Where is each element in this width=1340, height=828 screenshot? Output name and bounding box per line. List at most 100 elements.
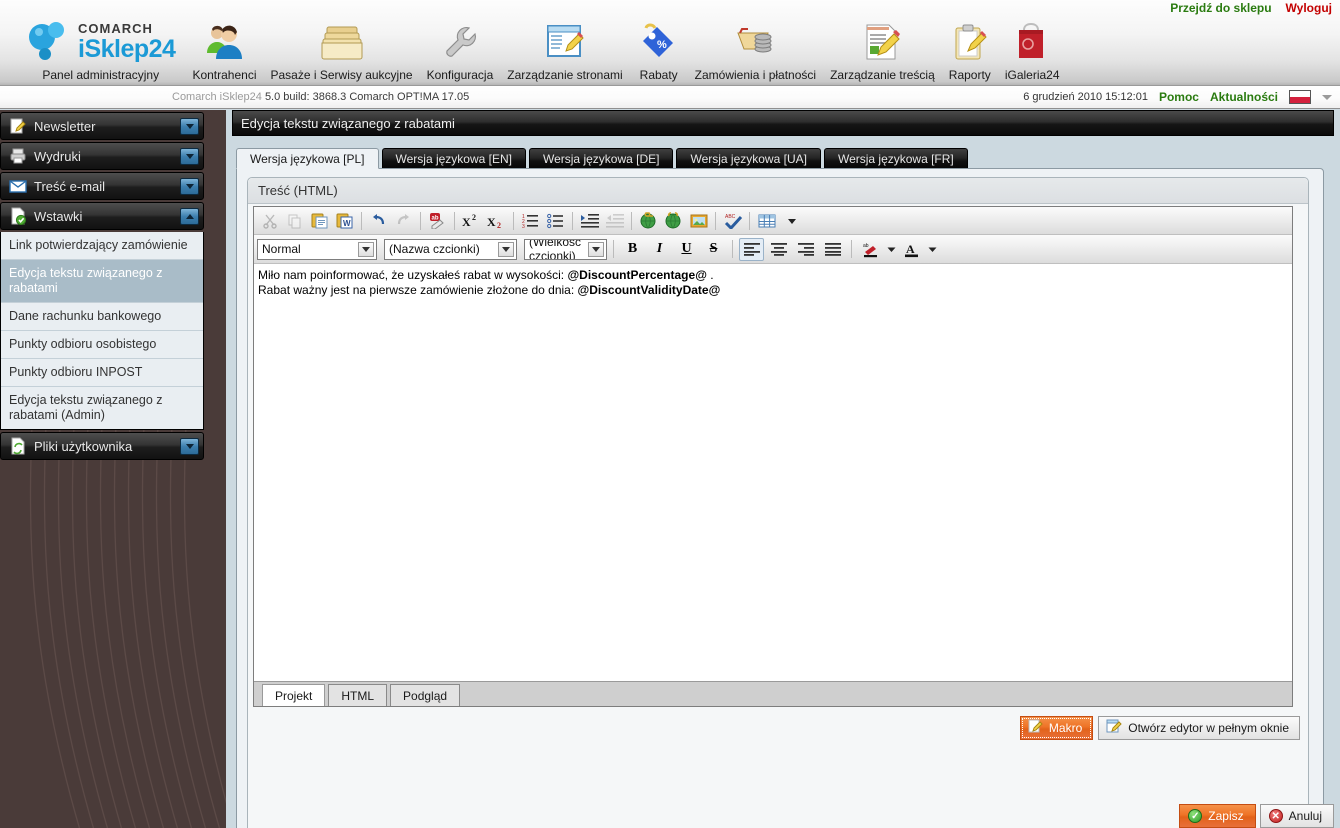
nav-item-zarzadzanie-stronami[interactable]: Zarządzanie stronami — [500, 4, 629, 86]
footer-buttons: ✓ Zapisz ✕ Anuluj — [1179, 804, 1334, 828]
document-edit-icon — [860, 15, 904, 65]
news-link[interactable]: Aktualności — [1210, 90, 1278, 104]
toolbar-separator — [715, 211, 716, 230]
bold-button[interactable]: B — [620, 238, 645, 261]
tab-projekt[interactable]: Projekt — [262, 684, 326, 706]
users-icon — [202, 15, 246, 65]
chevron-down-icon[interactable] — [180, 147, 199, 165]
nav-item-pasaze[interactable]: Pasaże i Serwisy aukcyjne — [264, 4, 420, 86]
comarch-logo-icon — [26, 17, 72, 68]
spellcheck-icon[interactable]: ab — [425, 209, 450, 232]
left-column: Newsletter Wydruki Treść e-mail Wstawki … — [0, 110, 226, 828]
sidebar-group-pliki-uzytkownika[interactable]: Pliki użytkownika — [0, 432, 204, 460]
toolbar-separator — [513, 211, 514, 230]
chevron-down-icon[interactable] — [498, 241, 514, 257]
subscript-icon[interactable]: X2 — [484, 209, 509, 232]
nav-item-raporty[interactable]: Raporty — [942, 4, 998, 86]
save-button[interactable]: ✓ Zapisz — [1179, 804, 1256, 828]
sidebar-group-newsletter[interactable]: Newsletter — [0, 112, 204, 140]
tab-wersja-ua[interactable]: Wersja językowa [UA] — [676, 148, 821, 169]
spell-approve-icon[interactable]: ABC — [720, 209, 745, 232]
tab-podglad[interactable]: Podgląd — [390, 684, 461, 706]
cut-icon[interactable] — [257, 209, 282, 232]
chevron-down-icon[interactable] — [588, 241, 604, 257]
chevron-down-icon[interactable] — [180, 117, 199, 135]
newsletter-icon — [9, 117, 27, 135]
align-justify-button[interactable] — [820, 238, 845, 261]
sidebar-item-punkty-inpost[interactable]: Punkty odbioru INPOST — [1, 359, 203, 387]
align-center-button[interactable] — [766, 238, 791, 261]
copy-icon[interactable] — [282, 209, 307, 232]
highlight-color-button[interactable]: ab — [858, 238, 883, 261]
makro-button[interactable]: Makro — [1019, 716, 1094, 740]
nav-item-kontrahenci[interactable]: Kontrahenci — [185, 4, 263, 86]
main-panel: Edycja tekstu związanego z rabatami Wers… — [226, 110, 1340, 828]
indent-icon[interactable] — [577, 209, 602, 232]
paste-from-word-icon[interactable]: W — [332, 209, 357, 232]
cancel-button[interactable]: ✕ Anuluj — [1259, 804, 1334, 828]
font-size-select[interactable]: (Wielkość czcionki) — [524, 238, 607, 260]
tab-wersja-de[interactable]: Wersja językowa [DE] — [528, 148, 674, 169]
insert-image-icon[interactable] — [686, 209, 711, 232]
insert-table-icon[interactable] — [754, 209, 779, 232]
app-name-label: Comarch iSklep24 — [172, 91, 262, 103]
font-color-button[interactable]: A — [899, 238, 924, 261]
paste-icon[interactable] — [307, 209, 332, 232]
toolbar-separator — [361, 211, 362, 230]
sidebar-group-wydruki[interactable]: Wydruki — [0, 142, 204, 170]
sidebar-group-label: Wydruki — [34, 148, 81, 164]
info-bar-right: 6 grudzień 2010 15:12:01 Pomoc Aktualnoś… — [1023, 90, 1332, 104]
nav-item-konfiguracja[interactable]: Konfiguracja — [420, 4, 501, 86]
nav-item-zarzadzanie-trescia[interactable]: Zarządzanie treścią — [823, 4, 942, 86]
editor-content-area[interactable]: Miło nam poinformować, że uzyskałeś raba… — [254, 264, 1292, 681]
font-color-caret-icon[interactable] — [926, 238, 938, 261]
highlight-color-caret-icon[interactable] — [885, 238, 897, 261]
align-right-button[interactable] — [793, 238, 818, 261]
open-fullscreen-editor-button[interactable]: Otwórz edytor w pełnym oknie — [1098, 716, 1300, 740]
outdent-icon[interactable] — [602, 209, 627, 232]
underline-button[interactable]: U — [674, 238, 699, 261]
insert-link-icon[interactable] — [636, 209, 661, 232]
nav-label: iGaleria24 — [1004, 68, 1060, 82]
sidebar-item-dane-rachunku[interactable]: Dane rachunku bankowego — [1, 303, 203, 331]
tab-html[interactable]: HTML — [328, 684, 388, 706]
unordered-list-icon[interactable] — [543, 209, 568, 232]
editor-line-2: Rabat ważny jest na pierwsze zamówienie … — [258, 283, 1288, 298]
ordered-list-icon[interactable]: 123 — [518, 209, 543, 232]
chevron-down-icon[interactable] — [180, 177, 199, 195]
chevron-down-icon[interactable] — [180, 437, 199, 455]
nav-item-zamowienia[interactable]: Zamówienia i płatności — [688, 4, 823, 86]
editor-line-1: Miło nam poinformować, że uzyskałeś raba… — [258, 268, 1288, 283]
tab-wersja-pl[interactable]: Wersja językowa [PL] — [236, 148, 379, 169]
align-left-button[interactable] — [739, 237, 764, 261]
language-chevron-down-icon[interactable] — [1322, 94, 1332, 100]
editor-line-2-token: @DiscountValidityDate@ — [577, 283, 721, 297]
sidebar-item-edycja-tekstu-rabaty[interactable]: Edycja tekstu związanego z rabatami — [1, 260, 203, 303]
chevron-down-icon[interactable] — [358, 241, 374, 257]
remove-link-icon[interactable] — [661, 209, 686, 232]
pl-flag-icon[interactable] — [1289, 90, 1311, 104]
table-dropdown-caret-icon[interactable] — [779, 209, 804, 232]
sidebar-item-link-potwierdzajacy[interactable]: Link potwierdzający zamówienie — [1, 232, 203, 260]
chevron-up-icon[interactable] — [180, 207, 199, 225]
superscript-icon[interactable]: X2 — [459, 209, 484, 232]
sidebar-group-wstawki[interactable]: Wstawki — [0, 202, 204, 230]
toolbar-separator — [732, 240, 733, 258]
logout-link[interactable]: Wyloguj — [1286, 1, 1332, 15]
tab-wersja-fr[interactable]: Wersja językowa [FR] — [823, 148, 968, 169]
tab-wersja-en[interactable]: Wersja językowa [EN] — [381, 148, 526, 169]
nav-item-igaleria24[interactable]: iGaleria24 — [998, 4, 1067, 86]
redo-icon[interactable] — [391, 209, 416, 232]
strikethrough-button[interactable]: S — [701, 238, 726, 261]
paragraph-style-select[interactable]: Normal — [257, 238, 377, 260]
italic-button[interactable]: I — [647, 238, 672, 261]
logo-home-button[interactable]: COMARCH iSklep24 Panel administracyjny — [22, 4, 185, 86]
help-link[interactable]: Pomoc — [1159, 90, 1199, 104]
nav-item-rabaty[interactable]: % Rabaty — [630, 4, 688, 86]
undo-icon[interactable] — [366, 209, 391, 232]
sidebar-item-edycja-tekstu-rabaty-admin[interactable]: Edycja tekstu związanego z rabatami (Adm… — [1, 387, 203, 429]
font-name-select[interactable]: (Nazwa czcionki) — [384, 238, 517, 260]
go-to-shop-link[interactable]: Przejdź do sklepu — [1170, 1, 1271, 15]
sidebar-item-punkty-osobistego[interactable]: Punkty odbioru osobistego — [1, 331, 203, 359]
sidebar-group-tresc-email[interactable]: Treść e-mail — [0, 172, 204, 200]
